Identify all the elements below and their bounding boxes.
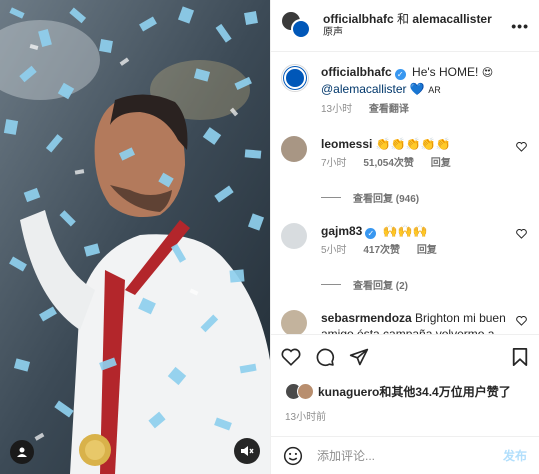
header-joiner: 和 (397, 11, 410, 26)
post-media[interactable] (0, 0, 270, 474)
avatar (297, 383, 314, 400)
comments-area[interactable]: officialbhafc ✓ He's HOME! 😍 @alemacallis… (271, 52, 539, 334)
view-replies[interactable]: 查看回复 (2) (321, 277, 529, 292)
header-collaborator[interactable]: alemacallister (412, 12, 491, 26)
brand-logo-icon (284, 67, 306, 89)
divider (321, 284, 341, 285)
collab-avatars[interactable] (281, 10, 315, 41)
caption-text: He's HOME! (412, 65, 479, 79)
translate-link[interactable]: 查看翻译 (369, 104, 409, 115)
comment-input[interactable]: 添加评论... (317, 447, 503, 464)
liker-username[interactable]: kunaguero (318, 385, 379, 399)
divider (321, 197, 341, 198)
view-replies-label[interactable]: 查看回复 (2) (353, 277, 408, 292)
verified-icon: ✓ (365, 228, 377, 239)
comment-text: 🙌🙌🙌 (382, 224, 428, 238)
divider (271, 334, 539, 335)
likes-count-text[interactable]: 和其他34.4万位用户赞了 (379, 385, 510, 399)
avatar[interactable] (281, 136, 307, 162)
comment-username[interactable]: sebasrmendoza (321, 311, 412, 325)
caption-time[interactable]: 13小时 (321, 104, 352, 115)
action-bar (281, 342, 529, 372)
caption-mention[interactable]: @alemacallister (321, 82, 407, 96)
post-time[interactable]: 13小时前 (285, 408, 326, 423)
reply-button[interactable]: 回复 (431, 158, 451, 169)
comment-time[interactable]: 7小时 (321, 158, 347, 169)
comment-item: sebasrmendoza Brighton mi buen amigo ést… (281, 310, 529, 334)
view-replies-label[interactable]: 查看回复 (946) (353, 190, 419, 205)
comment-likes[interactable]: 51,054次赞 (363, 158, 414, 169)
caption-suffix: AR (428, 85, 441, 95)
like-comment-icon[interactable] (516, 229, 527, 239)
comment-likes[interactable]: 417次赞 (363, 245, 400, 256)
comment-username[interactable]: leomessi (321, 137, 372, 151)
share-send-icon[interactable] (349, 347, 369, 367)
post-comment-button[interactable]: 发布 (503, 447, 527, 464)
add-comment-bar: 添加评论... 发布 (271, 436, 539, 474)
view-replies[interactable]: 查看回复 (946) (321, 190, 529, 205)
avatar[interactable] (281, 310, 307, 334)
avatar[interactable] (281, 64, 309, 92)
heart-eyes-emoji-icon: 😍 (481, 67, 494, 79)
likes-summary[interactable]: kunaguero和其他34.4万位用户赞了 (285, 383, 529, 400)
more-options-icon[interactable]: ••• (511, 18, 529, 34)
comment-item: leomessi 👏👏👏👏👏 7小时 51,054次赞 回复 (281, 136, 529, 172)
mute-icon[interactable] (234, 438, 260, 464)
comment-time[interactable]: 5小时 (321, 245, 347, 256)
emoji-icon[interactable] (283, 446, 303, 466)
reply-button[interactable]: 回复 (417, 245, 437, 256)
brand-logo-icon (291, 18, 311, 39)
bookmark-icon[interactable] (511, 347, 529, 367)
caption-username[interactable]: officialbhafc (321, 65, 392, 79)
avatar[interactable] (281, 223, 307, 249)
comment-bubble-icon[interactable] (315, 347, 335, 367)
like-comment-icon[interactable] (516, 316, 527, 326)
comment-username[interactable]: gajm83 (321, 224, 362, 238)
post-header: officialbhafc 和 alemacallister 原声 ••• (271, 0, 539, 52)
comment-item: gajm83 ✓ 🙌🙌🙌 5小时 417次赞 回复 (281, 223, 529, 259)
post-details-panel: officialbhafc 和 alemacallister 原声 ••• of… (270, 0, 539, 474)
celebration-photo (0, 0, 270, 474)
like-heart-icon[interactable] (281, 348, 301, 366)
header-accounts: officialbhafc 和 alemacallister (323, 12, 511, 26)
blue-heart-icon: 💙 (409, 82, 425, 96)
comment-text: 👏👏👏👏👏 (375, 137, 451, 151)
verified-icon: ✓ (394, 69, 406, 80)
tagged-user-icon[interactable] (10, 440, 34, 464)
header-account[interactable]: officialbhafc (323, 12, 394, 26)
caption: officialbhafc ✓ He's HOME! 😍 @alemacallis… (281, 64, 529, 118)
like-comment-icon[interactable] (516, 142, 527, 152)
audio-label[interactable]: 原声 (323, 26, 511, 40)
